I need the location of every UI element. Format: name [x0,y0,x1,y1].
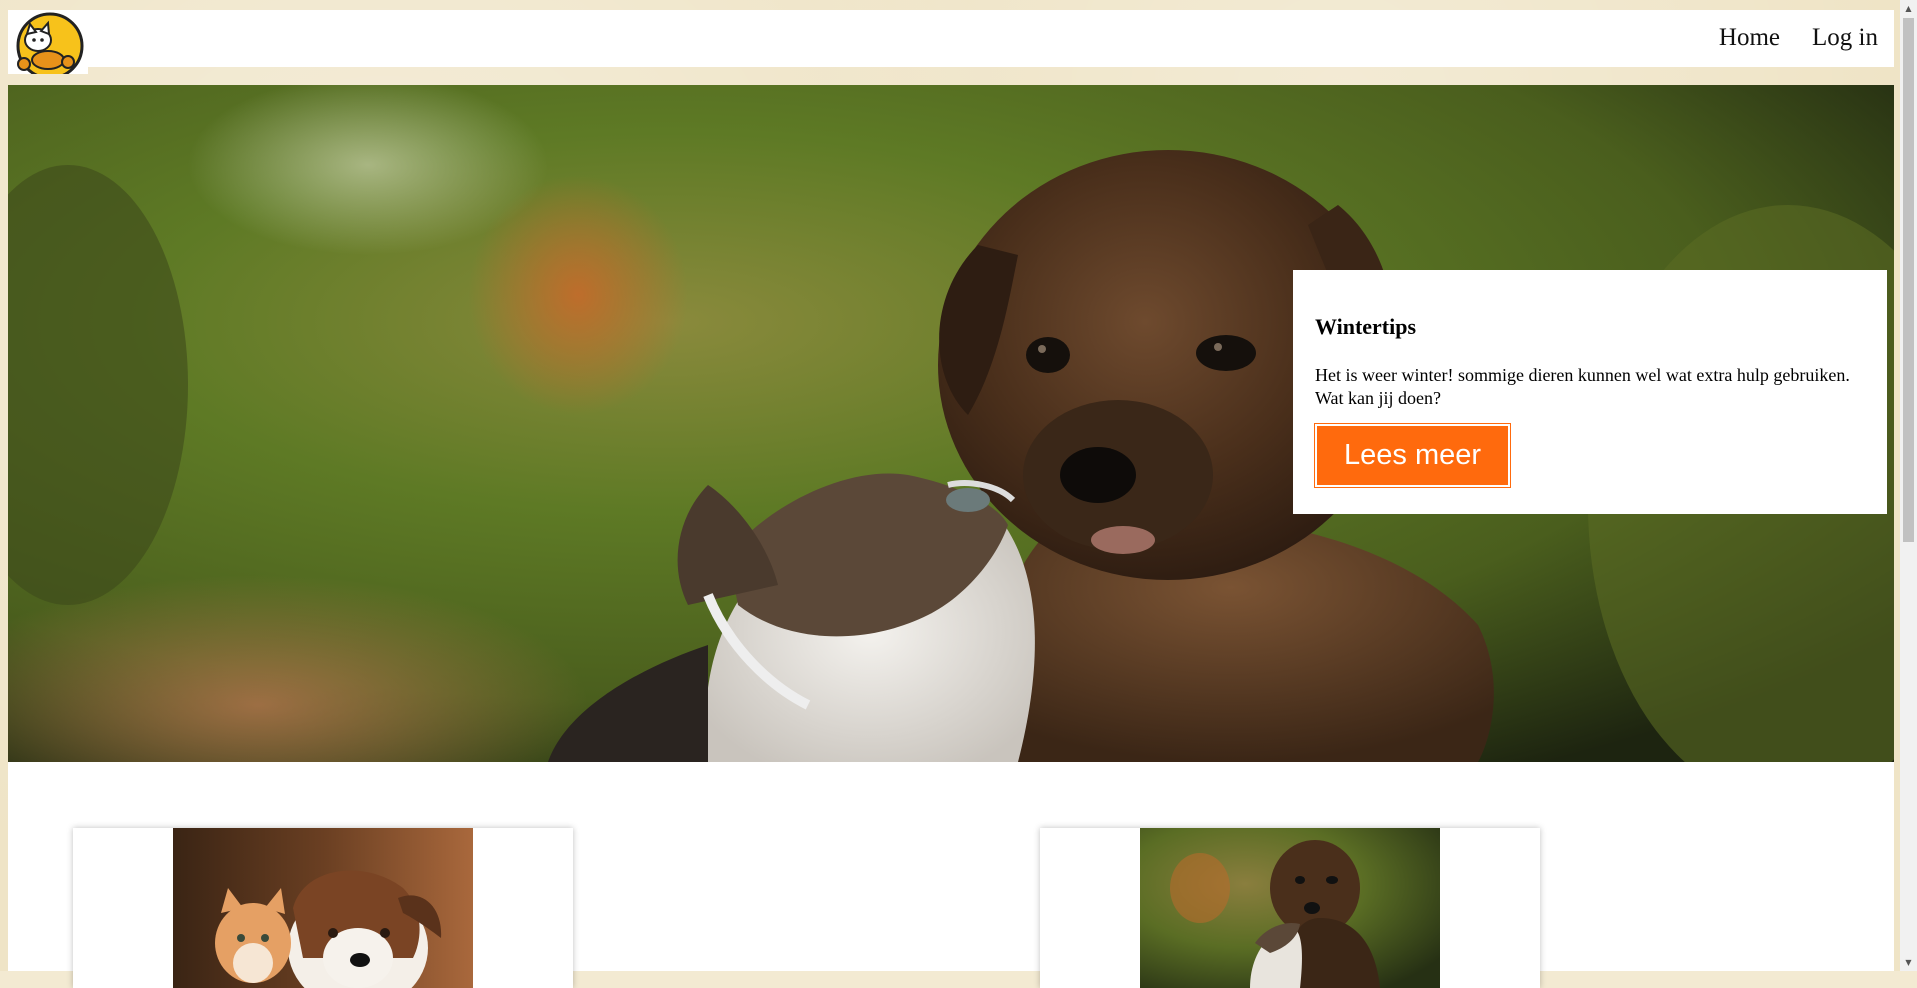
tile-image [173,828,473,988]
article-tile[interactable] [1040,828,1540,988]
read-more-button[interactable]: Lees meer [1313,423,1512,488]
kitten-and-dog-image [173,828,473,988]
vertical-scrollbar[interactable]: ▲ ▼ [1900,0,1917,971]
content-section [8,762,1894,988]
wintertips-card: Wintertips Het is weer winter! sommige d… [1293,270,1887,514]
scroll-down-arrow-icon[interactable]: ▼ [1900,954,1917,971]
hero-banner: Wintertips Het is weer winter! sommige d… [8,85,1894,762]
nav-home-link[interactable]: Home [1719,24,1780,52]
site-header: Home Log in [8,10,1894,80]
tile-image [1140,828,1440,988]
card-title: Wintertips [1315,314,1417,339]
nav-login-link[interactable]: Log in [1812,24,1878,52]
site-logo[interactable] [8,10,88,80]
article-tile[interactable] [73,828,573,988]
scrollbar-thumb[interactable] [1903,18,1914,542]
paw-logo-icon [16,12,84,80]
card-text: Het is weer winter! sommige dieren kunne… [1315,365,1850,408]
puppy-and-kitten-image [1140,828,1440,988]
main-nav: Home Log in [1719,24,1878,52]
scroll-up-arrow-icon[interactable]: ▲ [1900,0,1917,17]
